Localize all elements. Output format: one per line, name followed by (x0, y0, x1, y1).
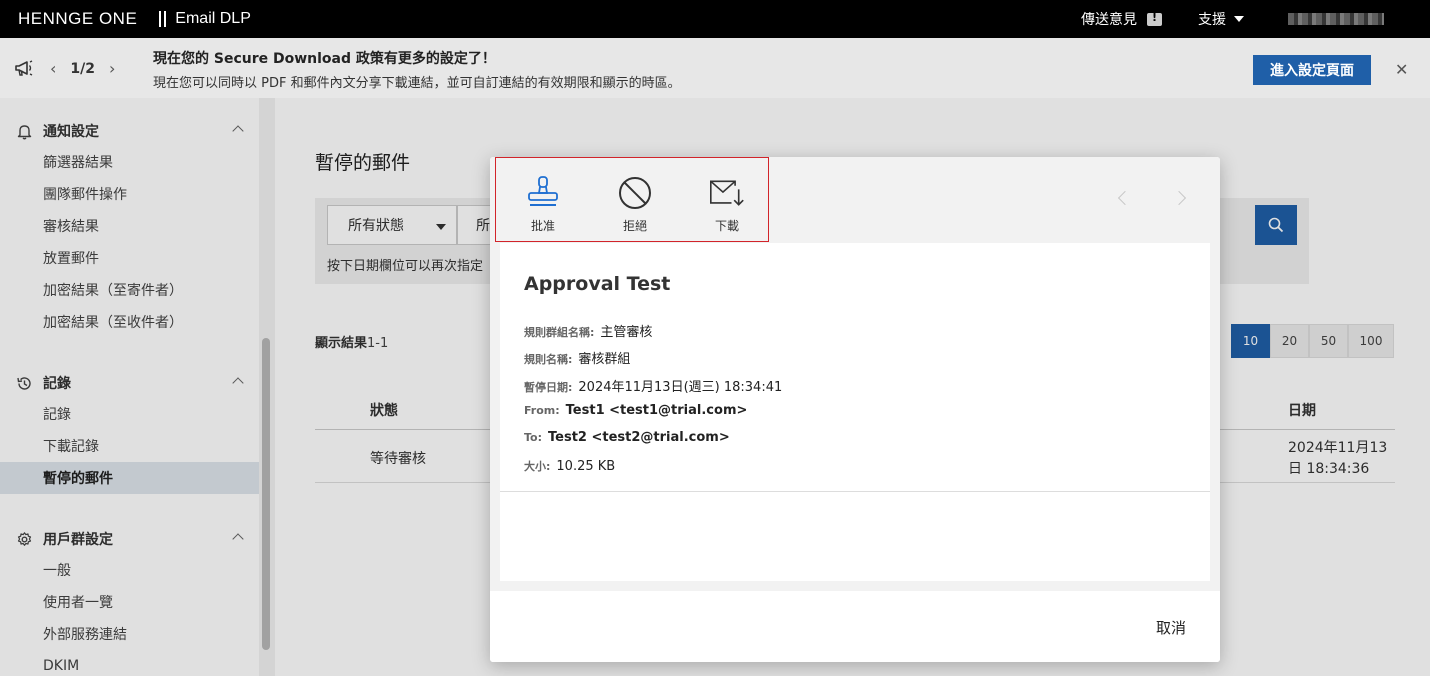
previous-mail-icon[interactable] (1117, 190, 1133, 206)
rule-name-value: 審核群組 (578, 352, 631, 367)
go-to-settings-button[interactable]: 進入設定頁面 (1253, 55, 1371, 85)
banner-page-indicator: 1/2 (70, 60, 96, 77)
banner-title: 現在您的 Secure Download 政策有更多的設定了！ (153, 51, 496, 67)
size-key: 大小: (524, 460, 551, 473)
paused-date-key: 暫停日期: (524, 381, 573, 394)
rule-name-field: 規則名稱: 審核群組 (524, 348, 630, 367)
rule-group-value: 主管審核 (600, 325, 653, 340)
mail-detail-modal: 批准 拒絕 下載 Approval Test 規則群組名稱: 主管審核 規則名稱… (490, 157, 1220, 662)
feedback-link[interactable]: 傳送意見 (1081, 9, 1162, 29)
user-account-menu[interactable] (1288, 13, 1384, 25)
cancel-button[interactable]: 取消 (1156, 617, 1186, 638)
reject-button[interactable]: 拒絕 (600, 175, 670, 234)
size-field: 大小: 10.25 KB (524, 458, 615, 474)
from-key: From: (524, 404, 560, 417)
product-name: Email DLP (175, 10, 251, 27)
mail-subject: Approval Test (524, 273, 671, 295)
mail-download-icon (709, 180, 744, 206)
modal-footer: 取消 (490, 591, 1220, 662)
chevron-left-icon[interactable]: ‹ (50, 59, 56, 78)
rule-group-field: 規則群組名稱: 主管審核 (524, 321, 652, 340)
card-divider (500, 491, 1210, 492)
to-key: To: (524, 431, 542, 444)
banner-pager: ‹ 1/2 › (50, 59, 115, 78)
download-label: 下載 (714, 219, 739, 233)
banner-text: 現在您可以同時以 PDF 和郵件內文分享下載連結，並可自訂連結的有效期限和顯示的… (153, 76, 681, 91)
size-value: 10.25 KB (556, 459, 616, 474)
to-value: Test2 <test2@trial.com> (548, 430, 730, 445)
next-mail-icon[interactable] (1171, 190, 1187, 206)
prohibited-icon (619, 177, 651, 209)
mail-detail-card: Approval Test 規則群組名稱: 主管審核 規則名稱: 審核群組 暫停… (500, 243, 1210, 581)
download-button[interactable]: 下載 (692, 175, 762, 234)
approve-button[interactable]: 批准 (508, 175, 578, 234)
modal-toolbar: 批准 拒絕 下載 (490, 157, 1220, 243)
paused-date-value: 2024年11月13日(週三) 18:34:41 (578, 380, 783, 395)
chevron-right-icon[interactable]: › (109, 59, 115, 78)
reject-label: 拒絕 (622, 219, 647, 233)
approve-label: 批准 (530, 219, 555, 233)
megaphone-icon (15, 60, 33, 76)
from-field: From: Test1 <test1@trial.com> (524, 403, 747, 418)
feedback-label: 傳送意見 (1081, 12, 1137, 28)
rule-name-key: 規則名稱: (524, 353, 573, 366)
support-menu[interactable]: 支援 (1198, 9, 1244, 29)
brand-logo[interactable]: HENNGE One (18, 9, 137, 29)
announcement-banner: ‹ 1/2 › 現在您的 Secure Download 政策有更多的設定了！ … (0, 38, 1430, 98)
top-bar: HENNGE One Email DLP 傳送意見 支援 (0, 0, 1430, 38)
chevron-down-icon (1234, 16, 1244, 22)
close-icon[interactable]: ✕ (1395, 60, 1408, 79)
from-value: Test1 <test1@trial.com> (565, 403, 748, 418)
rule-group-key: 規則群組名稱: (524, 326, 595, 339)
stamp-icon (528, 176, 558, 206)
support-label: 支援 (1198, 12, 1226, 28)
product-divider-icon (159, 11, 167, 27)
paused-date-field: 暫停日期: 2024年11月13日(週三) 18:34:41 (524, 376, 782, 395)
to-field: To: Test2 <test2@trial.com> (524, 430, 730, 445)
feedback-icon (1147, 11, 1162, 26)
